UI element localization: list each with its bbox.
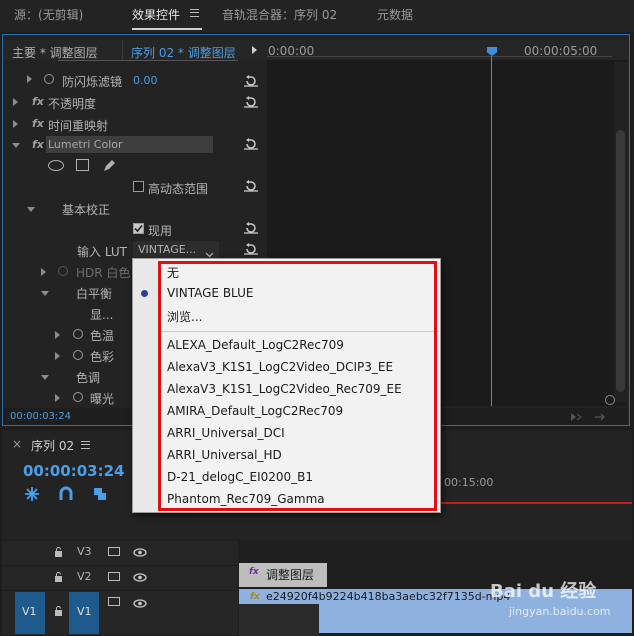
lumetri-label[interactable]: Lumetri Color (48, 138, 123, 151)
tab-metadata[interactable]: 元数据 (377, 6, 413, 23)
track-name-v1[interactable]: V1 (77, 605, 92, 618)
rectangle-mask-icon[interactable] (76, 159, 89, 171)
sync-lock-icon[interactable] (108, 597, 120, 606)
playhead-line (491, 56, 492, 406)
annotation-highlight-box (158, 261, 437, 511)
sync-lock-icon[interactable] (108, 572, 120, 581)
lock-icon[interactable] (54, 571, 63, 582)
collapse-tone[interactable] (41, 375, 49, 380)
collapse-basic-correction[interactable] (27, 207, 35, 212)
tab-audio-mixer[interactable]: 音轨混合器：序列 02 (222, 6, 337, 23)
linked-selection-icon[interactable] (92, 486, 108, 502)
reset-icon[interactable] (244, 138, 258, 150)
timeline-title[interactable]: 序列 02 (31, 437, 74, 454)
expand-tint[interactable] (55, 352, 60, 360)
reset-icon[interactable] (244, 180, 258, 192)
reset-icon[interactable] (244, 222, 258, 234)
exposure-label: 曝光 (90, 392, 115, 406)
close-icon[interactable]: × (12, 437, 22, 451)
stopwatch-icon (58, 266, 68, 276)
hdr-checkbox[interactable] (133, 181, 144, 192)
stopwatch-icon[interactable] (73, 329, 83, 339)
snap-icon[interactable] (58, 486, 74, 502)
eye-icon[interactable] (133, 546, 147, 557)
stopwatch-icon[interactable] (73, 392, 83, 402)
track-header-v2 (2, 566, 238, 590)
tint-label: 色彩 (90, 350, 115, 364)
play-only-clip-icon[interactable] (252, 46, 257, 54)
hdr-white-label: HDR 白色 (76, 266, 131, 280)
expand-hdr-white[interactable] (41, 268, 46, 276)
panel-menu-icon[interactable] (190, 9, 199, 17)
expand-anti-flicker[interactable] (27, 75, 32, 83)
play-audio-icon[interactable] (570, 411, 582, 421)
track-header-v3 (2, 541, 238, 565)
opacity-label: 不透明度 (48, 97, 97, 111)
display-label: 显... (90, 308, 114, 322)
temperature-label: 色温 (90, 329, 115, 343)
sync-lock-icon[interactable] (108, 547, 120, 556)
eye-icon[interactable] (133, 571, 147, 582)
lock-icon[interactable] (54, 605, 63, 616)
selected-radio-icon (141, 290, 148, 297)
fx-icon[interactable]: fx (32, 138, 44, 151)
adjustment-layer-clip-label: 调整图层 (266, 568, 315, 582)
fx-icon: fx (250, 592, 260, 602)
expand-opacity[interactable] (13, 98, 18, 106)
sequence-clip-label[interactable]: 序列 02 * 调整图层 (131, 44, 236, 61)
fx-icon: fx (249, 567, 259, 577)
ellipse-mask-icon[interactable] (48, 160, 64, 171)
apply-label: 现用 (148, 224, 173, 238)
collapse-white-balance[interactable] (41, 291, 49, 296)
basic-correction-label: 基本校正 (62, 203, 111, 217)
source-patch-label: V1 (22, 605, 37, 618)
apply-checkbox[interactable] (133, 223, 144, 234)
stopwatch-icon[interactable] (73, 350, 83, 360)
lock-icon[interactable] (54, 546, 63, 557)
track-name-v2[interactable]: V2 (77, 570, 92, 583)
timeline-menu-icon[interactable] (81, 441, 90, 449)
export-frame-icon[interactable] (594, 411, 606, 421)
master-clip-label[interactable]: 主要 * 调整图层 (12, 44, 98, 61)
tab-effect-controls[interactable]: 效果控件 (132, 6, 180, 23)
nest-icon[interactable] (24, 486, 40, 502)
effect-timecode[interactable]: 00:00:03:24 (10, 411, 71, 422)
video-clip-label: e24920f4b9224b418ba3aebc32f7135d-mp4 (266, 590, 511, 603)
anti-flicker-value[interactable]: 0.00 (133, 74, 158, 87)
reset-icon[interactable] (244, 96, 258, 108)
hdr-label: 高动态范围 (148, 182, 209, 196)
collapse-lumetri[interactable] (12, 143, 20, 148)
input-lut-label: 输入 LUT (77, 245, 128, 259)
scroll-end-icon[interactable] (605, 395, 615, 405)
input-lut-value: VINTAGE... (138, 243, 197, 256)
reset-icon[interactable] (244, 243, 258, 255)
active-tab-indicator (132, 28, 202, 30)
time-remap-label: 时间重映射 (48, 119, 109, 133)
tone-label: 色调 (76, 371, 101, 385)
fx-icon[interactable]: fx (32, 95, 44, 108)
stopwatch-icon[interactable] (44, 74, 54, 84)
pen-mask-icon[interactable] (101, 157, 117, 173)
work-area-bar (440, 502, 632, 504)
white-balance-label: 白平衡 (76, 287, 113, 301)
watermark-url: jingyan.baidu.com (509, 605, 611, 618)
time-ruler (267, 56, 612, 57)
fx-icon: fx (32, 117, 44, 130)
reset-icon[interactable] (244, 75, 258, 87)
chevron-down-icon (205, 247, 214, 258)
watermark-logo: Bai du 经验 (490, 581, 597, 602)
clipped-row (58, 60, 238, 65)
header-divider (122, 40, 123, 60)
track-name-v3[interactable]: V3 (77, 545, 92, 558)
video-thumbnail (239, 604, 319, 636)
expand-time-remap[interactable] (13, 120, 18, 128)
eye-icon[interactable] (133, 597, 147, 608)
tab-source[interactable]: 源：(无剪辑) (14, 6, 83, 23)
expand-exposure[interactable] (55, 394, 60, 402)
effect-scrollbar-thumb[interactable] (616, 130, 625, 392)
anti-flicker-label: 防闪烁滤镜 (62, 75, 123, 89)
expand-temperature[interactable] (55, 331, 60, 339)
timeline-ruler-mark: 00:15:00 (444, 476, 494, 489)
timeline-timecode[interactable]: 00:00:03:24 (23, 462, 125, 480)
